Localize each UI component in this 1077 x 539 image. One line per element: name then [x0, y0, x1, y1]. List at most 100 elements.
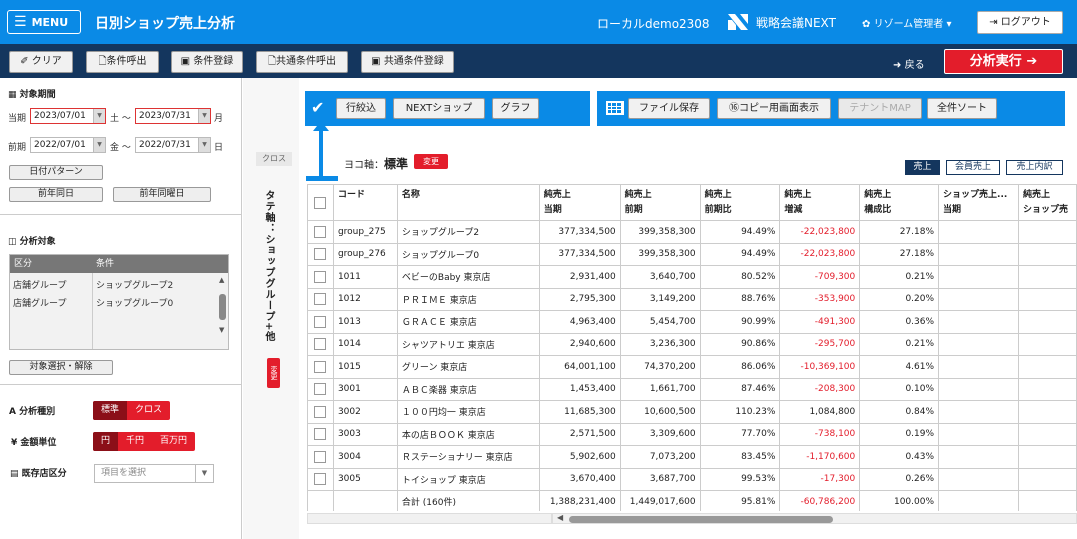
tenant-map-button[interactable]: テナントMAP	[838, 98, 922, 119]
row-checkbox[interactable]	[314, 338, 327, 351]
table-row[interactable]: group_276 ショップグループ0 377,334,500 399,358,300…	[307, 242, 1077, 266]
unit-million[interactable]: 百万円	[152, 432, 195, 451]
dropdown-icon[interactable]: ▼	[195, 465, 213, 482]
table-row[interactable]: 3003 本の店ＢＯＯＫ 東京店 2,571,500 3,309,600 77.70% -…	[307, 422, 1077, 446]
load-condition-button[interactable]: 🗋条件呼出	[86, 51, 159, 73]
row-checkbox[interactable]	[314, 450, 327, 463]
unit-toggle[interactable]: 円 千円 百万円	[93, 432, 196, 451]
sort-all-button[interactable]: 全件ソート	[927, 98, 997, 119]
horizontal-change-button[interactable]: 変更	[414, 154, 448, 169]
scroll-left-icon[interactable]: ◀	[557, 513, 563, 522]
row-select-cell[interactable]	[307, 310, 334, 334]
dropdown-icon[interactable]: ▼	[198, 138, 210, 152]
table-row[interactable]: 1013 ＧＲＡＣＥ 東京店 4,963,400 5,454,700 90.99% -49…	[307, 310, 1077, 334]
column-header[interactable]: 純売上 ショップ売	[1017, 184, 1077, 221]
type-cross[interactable]: クロス	[127, 401, 170, 420]
row-select-cell[interactable]	[307, 400, 334, 424]
current-from-date[interactable]: 2023/07/01 ▼	[30, 108, 106, 124]
scroll-up-icon[interactable]: ▲	[219, 276, 224, 284]
prev-same-weekday-button[interactable]: 前年同曜日	[113, 187, 211, 202]
row-checkbox[interactable]	[314, 428, 327, 441]
logout-button[interactable]: ⇥ ログアウト	[977, 11, 1063, 34]
graph-button[interactable]: グラフ	[492, 98, 539, 119]
row-select-cell[interactable]	[307, 287, 334, 311]
row-checkbox[interactable]	[314, 225, 327, 238]
row-select-cell[interactable]	[307, 355, 334, 379]
save-condition-button[interactable]: ▣ 条件登録	[171, 51, 243, 73]
prev-to-date[interactable]: 2022/07/31 ▼	[135, 137, 211, 153]
next-shop-button[interactable]: NEXTショップ	[393, 98, 485, 119]
select-all-checkbox[interactable]	[314, 197, 327, 209]
unit-thousand[interactable]: 千円	[118, 432, 152, 451]
column-header[interactable]: 純売上 前期比	[699, 184, 781, 221]
save-shared-button[interactable]: ▣ 共通条件登録	[361, 51, 454, 73]
tag-sales-breakdown[interactable]: 売上内訳	[1006, 160, 1063, 175]
table-row[interactable]: 3005 トイショップ 東京店 3,670,400 3,687,700 99.53% -1…	[307, 467, 1077, 491]
unit-yen[interactable]: 円	[93, 432, 119, 451]
table-row[interactable]: 1015 グリーン 東京店 64,001,100 74,370,200 86.06% -1…	[307, 355, 1077, 379]
copy-display-button[interactable]: ⑯コピー用画面表示	[717, 98, 831, 119]
column-header[interactable]: ショップ売上... 当期	[938, 184, 1019, 221]
row-filter-button[interactable]: 行絞込	[336, 98, 386, 119]
horizontal-scrollbar[interactable]: ◀	[552, 513, 1077, 524]
vertical-change-button[interactable]: 変更	[267, 358, 280, 388]
file-save-button[interactable]: ファイル保存	[628, 98, 710, 119]
date-pattern-button[interactable]: 日付パターン	[9, 165, 103, 180]
tag-member-sales[interactable]: 会員売上	[946, 160, 1000, 175]
dropdown-icon[interactable]: ▼	[198, 109, 210, 123]
scroll-thumb[interactable]	[219, 294, 226, 320]
column-header[interactable]: 純売上 前期	[619, 184, 701, 221]
target-select-button[interactable]: 対象選択・解除	[9, 360, 113, 375]
table-row[interactable]: 1011 ベビーのBaby 東京店 2,931,400 3,640,700 80.52%…	[307, 265, 1077, 289]
row-checkbox[interactable]	[314, 293, 327, 306]
row-checkbox[interactable]	[314, 315, 327, 328]
table-row[interactable]: 3002 １００円均一 東京店 11,685,300 10,600,500 110.23…	[307, 400, 1077, 424]
row-checkbox[interactable]	[314, 383, 327, 396]
target-list-scrollbar[interactable]: ▲ ▼	[218, 276, 228, 336]
scroll-thumb[interactable]	[569, 516, 833, 523]
table-row[interactable]: group_275 ショップグループ2 377,334,500 399,358,300…	[307, 220, 1077, 244]
menu-button[interactable]: ☰ MENU	[7, 10, 81, 34]
table-row[interactable]: 1014 シャツアトリエ 東京店 2,940,600 3,236,300 90.86% -…	[307, 332, 1077, 356]
value-cell: -22,023,800	[779, 242, 861, 266]
back-link[interactable]: ➜ 戻る	[893, 56, 925, 71]
header-select-all[interactable]	[307, 184, 334, 221]
analysis-type-toggle[interactable]: 標準 クロス	[93, 401, 171, 420]
table-row[interactable]: 3004 Ｒステーショナリー 東京店 5,902,600 7,073,200 83.45…	[307, 445, 1077, 469]
row-checkbox[interactable]	[314, 473, 327, 486]
row-select-cell[interactable]	[307, 422, 334, 446]
user-menu[interactable]: ✿ リゾーム管理者 ▾	[862, 15, 952, 30]
type-standard[interactable]: 標準	[93, 401, 128, 420]
empty-cell	[1017, 332, 1077, 356]
scroll-down-icon[interactable]: ▼	[219, 326, 224, 334]
table-row[interactable]: 3001 ＡＢＣ楽器 東京店 1,453,400 1,661,700 87.46% -20…	[307, 377, 1077, 401]
row-checkbox[interactable]	[314, 270, 327, 283]
row-checkbox[interactable]	[314, 248, 327, 261]
existing-store-select[interactable]: 項目を選択 ▼	[94, 464, 214, 483]
column-header[interactable]: 名称	[396, 184, 540, 221]
dropdown-icon[interactable]: ▼	[93, 109, 105, 123]
prev-from-date[interactable]: 2022/07/01 ▼	[30, 137, 106, 153]
load-shared-button[interactable]: 🗋共通条件呼出	[256, 51, 348, 73]
row-checkbox[interactable]	[314, 405, 327, 418]
row-select-cell[interactable]	[307, 242, 334, 266]
column-header[interactable]: 純売上 当期	[538, 184, 621, 221]
table-row[interactable]: 1012 ＰＲＩＭＥ 東京店 2,795,300 3,149,200 88.76% -35…	[307, 287, 1077, 311]
column-header[interactable]: 純売上 構成比	[859, 184, 940, 221]
empty-cell	[938, 445, 1019, 469]
row-select-cell[interactable]	[307, 467, 334, 491]
row-select-cell[interactable]	[307, 445, 334, 469]
dropdown-icon[interactable]: ▼	[93, 138, 105, 152]
row-checkbox[interactable]	[314, 360, 327, 373]
row-select-cell[interactable]	[307, 332, 334, 356]
column-header[interactable]: 純売上 増減	[779, 184, 861, 221]
row-select-cell[interactable]	[307, 265, 334, 289]
current-to-date[interactable]: 2023/07/31 ▼	[135, 108, 211, 124]
prev-same-date-button[interactable]: 前年同日	[9, 187, 103, 202]
run-analysis-button[interactable]: 分析実行 ➔	[944, 49, 1063, 74]
column-header[interactable]: コード	[332, 184, 398, 221]
tag-sales[interactable]: 売上	[905, 160, 940, 175]
row-select-cell[interactable]	[307, 377, 334, 401]
row-select-cell[interactable]	[307, 220, 334, 244]
clear-button[interactable]: ✐ クリア	[9, 51, 73, 73]
